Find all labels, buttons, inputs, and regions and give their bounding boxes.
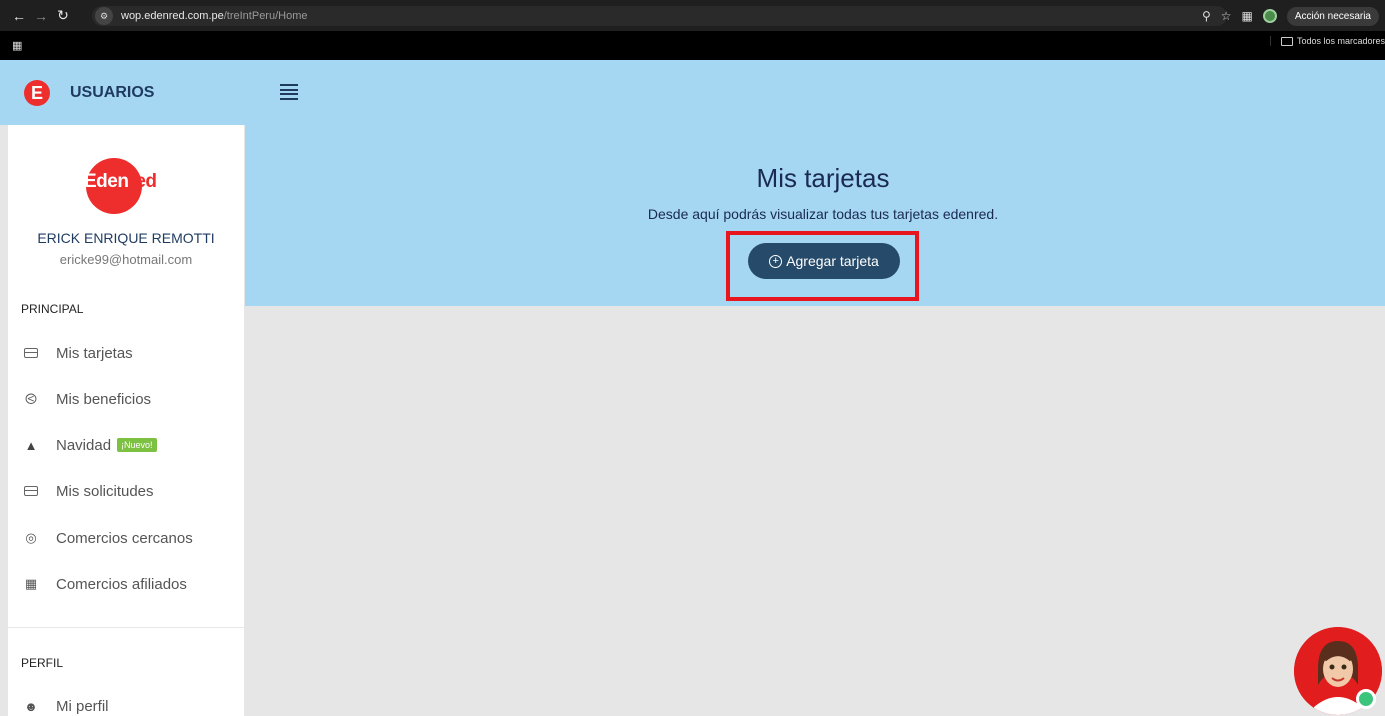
section-principal: PRINCIPAL bbox=[21, 302, 84, 316]
sidebar-item-mi-perfil[interactable]: ☻ Mi perfil bbox=[21, 694, 109, 716]
zoom-icon[interactable]: ⚲ bbox=[1202, 9, 1211, 23]
sidebar-item-label: Mi perfil bbox=[56, 697, 109, 715]
all-bookmarks-button[interactable]: Todos los marcadores bbox=[1269, 36, 1385, 46]
forward-icon[interactable]: → bbox=[30, 8, 52, 24]
sidebar-item-comercios-afiliados[interactable]: ▦ Comercios afiliados bbox=[21, 572, 187, 596]
sidebar-item-label: Mis beneficios bbox=[56, 390, 152, 408]
new-badge: ¡Nuevo! bbox=[117, 438, 157, 452]
app-header bbox=[0, 60, 1385, 125]
sidebar: Edenred ERICK ENRIQUE REMOTTI ericke99@h… bbox=[8, 125, 244, 716]
page-subtitle: Desde aquí podrás visualizar todas tus t… bbox=[647, 206, 999, 222]
folder-icon bbox=[1280, 36, 1293, 46]
sidebar-item-navidad[interactable]: ▲ Navidad ¡Nuevo! bbox=[21, 433, 157, 457]
reload-icon[interactable]: ↻ bbox=[52, 7, 74, 24]
section-perfil: PERFIL bbox=[21, 656, 64, 670]
location-icon: ◎ bbox=[25, 530, 37, 545]
brand-logo-text: Edenred bbox=[84, 171, 157, 192]
action-needed-button[interactable]: Acción necesaria bbox=[1286, 6, 1379, 26]
url-text: wop.edenred.com.pe/treIntPeru/Home bbox=[121, 10, 308, 22]
toolbar-right: ⚲ ☆ ▦ Acción necesaria bbox=[1202, 4, 1385, 28]
online-status-icon bbox=[1356, 689, 1376, 709]
card-icon bbox=[21, 486, 41, 496]
sidebar-item-mis-beneficios[interactable]: ⧀ Mis beneficios bbox=[21, 387, 151, 411]
back-icon[interactable]: ← bbox=[8, 8, 30, 24]
sidebar-item-label: Comercios afiliados bbox=[56, 575, 187, 593]
sidebar-item-label: Mis solicitudes bbox=[56, 482, 154, 500]
tree-icon: ▲ bbox=[24, 437, 38, 453]
add-card-button[interactable]: + Agregar tarjeta bbox=[748, 243, 900, 279]
sidebar-item-comercios-cercanos[interactable]: ◎ Comercios cercanos bbox=[21, 526, 193, 550]
site-info-icon[interactable]: ⚙ bbox=[95, 7, 113, 25]
page-title: Mis tarjetas bbox=[756, 163, 890, 193]
user-icon: ☻ bbox=[24, 698, 38, 714]
card-icon bbox=[21, 348, 41, 358]
browser-toolbar: ← → ↻ ⚙ wop.edenred.com.pe/treIntPeru/Ho… bbox=[0, 0, 1385, 31]
app-title: USUARIOS bbox=[70, 84, 155, 101]
sidebar-item-mis-solicitudes[interactable]: Mis solicitudes bbox=[21, 479, 154, 503]
sidebar-item-label: Comercios cercanos bbox=[56, 529, 193, 547]
map-icon: ▦ bbox=[24, 576, 38, 591]
sidebar-item-label: Mis tarjetas bbox=[56, 344, 133, 362]
address-bar[interactable]: ⚙ wop.edenred.com.pe/treIntPeru/Home bbox=[92, 6, 1227, 26]
add-card-label: Agregar tarjeta bbox=[786, 253, 879, 269]
bookmark-star-icon[interactable]: ☆ bbox=[1221, 9, 1232, 23]
user-email: ericke99@hotmail.com bbox=[59, 252, 193, 267]
sidebar-item-label: Navidad bbox=[56, 436, 112, 454]
hero-section: Mis tarjetas Desde aquí podrás visualiza… bbox=[245, 125, 1385, 306]
tag-icon: ⧀ bbox=[24, 390, 37, 408]
profile-avatar-icon[interactable] bbox=[1262, 9, 1277, 23]
plus-circle-icon: + bbox=[769, 254, 783, 268]
all-bookmarks-label: Todos los marcadores bbox=[1296, 36, 1385, 46]
bookmarks-bar: ▦ bbox=[0, 31, 1385, 60]
sidebar-divider bbox=[8, 627, 244, 628]
sidebar-item-mis-tarjetas[interactable]: Mis tarjetas bbox=[21, 341, 133, 365]
edenred-logo-icon[interactable]: E bbox=[24, 80, 50, 106]
user-name: ERICK ENRIQUE REMOTTI bbox=[37, 230, 215, 246]
hamburger-icon[interactable] bbox=[280, 84, 298, 100]
extensions-icon[interactable]: ▦ bbox=[1242, 9, 1253, 23]
apps-grid-icon[interactable]: ▦ bbox=[12, 39, 22, 52]
